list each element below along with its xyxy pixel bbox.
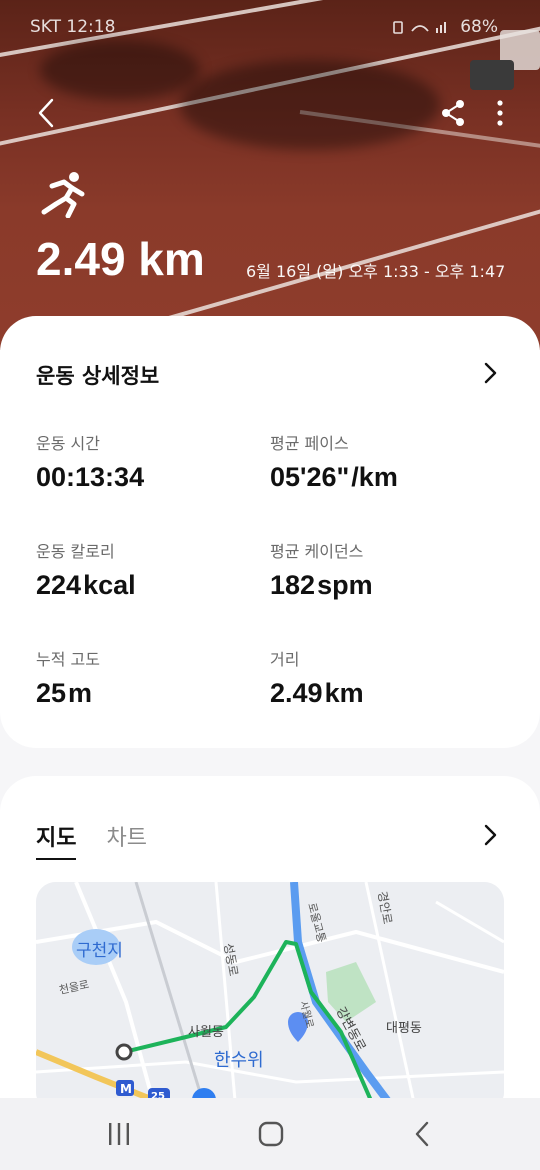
hero-banner: SKT 12:18 68% 2.49 km 6월 16일 (일) 오후 1:33… [0,0,540,350]
stat-unit: kcal [83,570,136,600]
workout-datetime: 6월 16일 (일) 오후 1:33 - 오후 1:47 [246,262,506,281]
back-nav-icon[interactable] [408,1120,438,1148]
chevron-right-icon[interactable] [480,360,500,386]
map-label-district2: 대평동 [386,1021,422,1036]
running-icon [41,172,85,218]
stat-distance: 거리 2.49km [270,646,490,709]
runner-shadow [40,40,200,100]
status-time: SKT 12:18 [30,17,116,37]
status-bar: SKT 12:18 68% [30,14,498,40]
stat-unit: /km [351,462,398,492]
screen: SKT 12:18 68% 2.49 km 6월 16일 (일) 오후 1:33… [0,0,540,1170]
stat-number: 25 [36,678,67,708]
stat-value: 224kcal [36,570,256,601]
map-canvas: 구천지 사월동 대평동 한수위 성동로 천을로 강변동로 경안로 로울교통 사월… [36,882,504,1112]
stat-unit: spm [317,570,373,600]
tab-map[interactable]: 지도 [36,820,77,860]
home-icon[interactable] [256,1120,286,1148]
more-options-icon[interactable] [490,96,510,130]
metro-label: M [120,1082,132,1096]
stat-value: 05'26"/km [270,462,490,493]
stat-label: 거리 [270,650,300,669]
stat-label: 운동 칼로리 [36,542,115,561]
stat-number: 224 [36,570,82,600]
stat-value: 25m [36,678,256,709]
stat-number: 182 [270,570,316,600]
stat-calories: 운동 칼로리 224kcal [36,538,256,601]
stat-number: 05'26" [270,462,350,492]
starting-block [470,60,514,90]
stat-pace: 평균 페이스 05'26"/km [270,430,490,493]
tab-chart[interactable]: 차트 [106,820,146,860]
route-start-marker [115,1043,133,1061]
stat-duration: 운동 시간 00:13:34 [36,430,256,493]
chevron-right-icon[interactable] [480,822,500,848]
stat-value: 00:13:34 [36,462,256,493]
map-label-poi: 한수위 [214,1050,264,1071]
workout-details-card: 운동 상세정보 운동 시간 00:13:34 평균 페이스 05'26"/km … [0,316,540,748]
stat-value: 2.49km [270,678,490,709]
stat-label: 평균 페이스 [270,434,349,453]
route-map[interactable]: 구천지 사월동 대평동 한수위 성동로 천을로 강변동로 경안로 로울교통 사월… [36,882,504,1112]
stat-number: 2.49 [270,678,323,708]
battery-percent: 68% [460,17,498,37]
stat-label: 누적 고도 [36,650,100,669]
stat-unit: m [68,678,93,708]
stat-value: 182spm [270,570,490,601]
recent-apps-icon[interactable] [104,1120,134,1148]
stat-label: 평균 케이던스 [270,542,364,561]
stat-cadence: 평균 케이던스 182spm [270,538,490,601]
back-arrow-icon[interactable] [30,96,64,130]
share-icon[interactable] [436,96,470,130]
system-nav-bar [0,1098,540,1170]
stat-unit: km [324,678,364,708]
map-label-district1: 사월동 [188,1025,224,1040]
distance-title: 2.49 km [36,233,205,285]
section-title: 운동 상세정보 [36,364,160,388]
map-chart-tabs: 지도 차트 [36,820,147,860]
stat-elevation: 누적 고도 25m [36,646,256,709]
stat-number: 00:13:34 [36,462,145,492]
stat-label: 운동 시간 [36,434,100,453]
top-actions [30,96,510,130]
signal-icons [393,21,447,34]
map-label-lake: 구천지 [76,941,123,961]
